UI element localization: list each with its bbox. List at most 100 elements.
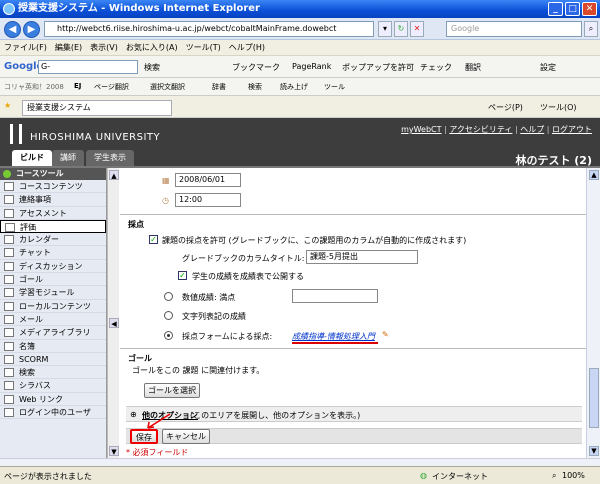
- scroll-down-icon[interactable]: ▼: [589, 446, 599, 456]
- back-icon[interactable]: ◀: [4, 21, 21, 38]
- date-field[interactable]: 2008/06/01: [175, 173, 241, 187]
- sidebar-item-course-content[interactable]: コースコンテンツ: [0, 180, 106, 194]
- expand-icon[interactable]: ⊕: [130, 410, 137, 419]
- menu-help[interactable]: ヘルプ(H): [229, 42, 265, 53]
- sidebar-item-syllabus[interactable]: シラバス: [0, 379, 106, 393]
- main-scrollbar[interactable]: ▲ ▼: [586, 168, 600, 458]
- tools-menu[interactable]: ツール(O): [540, 102, 577, 113]
- goal-icon: [4, 275, 14, 285]
- sidebar-scrollbar[interactable]: ▲ ◀ ▼: [107, 168, 119, 458]
- sidebar-item-online-users[interactable]: ログイン中のユーザ: [0, 406, 106, 420]
- globe-icon: ◍: [420, 471, 427, 480]
- menu-view[interactable]: 表示(V): [90, 42, 118, 53]
- sidebar-item-search[interactable]: 検索: [0, 366, 106, 380]
- assessment-icon: [4, 208, 14, 218]
- select-goal-button[interactable]: ゴールを選択: [144, 383, 200, 398]
- dropdown-icon[interactable]: ▾: [378, 21, 392, 37]
- letter-grade-radio[interactable]: [164, 311, 173, 320]
- sidebar-item-assessment[interactable]: アセスメント: [0, 207, 106, 220]
- scroll-down-icon[interactable]: ▼: [109, 446, 119, 456]
- sidebar-item-web-links[interactable]: Web リンク: [0, 393, 106, 407]
- edit-form-icon[interactable]: ✎: [382, 330, 389, 339]
- clock-icon[interactable]: ◷: [162, 196, 169, 205]
- google-toolbar: Google G- 検索 ブックマーク PageRank ポップアップを許可 チ…: [0, 56, 600, 78]
- tab-student-view[interactable]: 学生表示: [86, 150, 134, 166]
- form-grade-radio[interactable]: [164, 331, 173, 340]
- sidebar-item-scorm[interactable]: SCORM: [0, 353, 106, 367]
- dict-search-button[interactable]: 検索: [248, 82, 262, 92]
- time-field[interactable]: 12:00: [175, 193, 241, 207]
- calendar-icon[interactable]: ▦: [162, 176, 170, 185]
- browser-tab[interactable]: 授業支援システム: [22, 100, 172, 116]
- bookmark-button[interactable]: ブックマーク: [232, 62, 280, 73]
- search-icon: [4, 368, 14, 378]
- zoom-icon[interactable]: ⌕: [552, 471, 556, 481]
- header-links: myWebCT | アクセシビリティ | ヘルプ | ログアウト: [401, 125, 592, 134]
- forward-icon[interactable]: ▶: [23, 21, 40, 38]
- search-icon[interactable]: ⌕: [584, 21, 598, 37]
- refresh-icon[interactable]: ↻: [394, 21, 408, 37]
- dictionary-button[interactable]: 辞書: [212, 82, 226, 92]
- sidebar-item-learning-modules[interactable]: 学習モジュール: [0, 286, 106, 300]
- scroll-up-icon[interactable]: ▲: [589, 170, 599, 180]
- sidebar-item-media-library[interactable]: メディアライブラリ: [0, 326, 106, 340]
- sidebar-item-local-content[interactable]: ローカルコンテンツ: [0, 300, 106, 313]
- favorites-star-icon[interactable]: ★: [4, 101, 11, 110]
- dictionary-toolbar: コリャ英和！2008 EJ ページ翻訳 選択文翻訳 辞書 検索 読み上げ ツール: [0, 78, 600, 96]
- sidebar-item-chat[interactable]: チャット: [0, 246, 106, 260]
- other-options-bar[interactable]: ⊕ 他のオプション (このエリアを展開し、他のオプションを表示。): [126, 406, 582, 422]
- university-logo-icon: [10, 124, 22, 144]
- max-points-input[interactable]: [292, 289, 378, 303]
- google-search-input[interactable]: G-: [38, 60, 138, 74]
- read-aloud-button[interactable]: 読み上げ: [280, 82, 308, 92]
- close-icon[interactable]: ✕: [582, 2, 597, 16]
- mywebct-link[interactable]: myWebCT: [401, 125, 441, 134]
- publish-grades-label: 学生の成績を成績表で公開する: [192, 272, 304, 281]
- numeric-grade-radio[interactable]: [164, 292, 173, 301]
- local-content-icon: [4, 301, 14, 311]
- address-bar[interactable]: http://webct6.riise.hiroshima-u.ac.jp/we…: [44, 21, 374, 37]
- dict-tools-button[interactable]: ツール: [324, 82, 345, 92]
- accessibility-link[interactable]: アクセシビリティ: [449, 125, 512, 134]
- maximize-icon[interactable]: □: [565, 2, 580, 16]
- goal-description: ゴールをこの 課題 に関連付けます。: [132, 366, 265, 375]
- sidebar-item-mail[interactable]: メール: [0, 313, 106, 327]
- menu-tools[interactable]: ツール(T): [186, 42, 221, 53]
- zoom-level[interactable]: 100%: [562, 471, 585, 480]
- scroll-thumb[interactable]: [589, 368, 599, 428]
- tab-build[interactable]: ビルド: [12, 150, 52, 166]
- logout-link[interactable]: ログアウト: [552, 125, 592, 134]
- sidebar-item-goals[interactable]: ゴール: [0, 273, 106, 287]
- frame-bottom: [0, 458, 600, 466]
- scroll-up-icon[interactable]: ▲: [109, 170, 119, 180]
- sidebar-item-calendar[interactable]: カレンダー: [0, 233, 106, 247]
- stop-icon[interactable]: ✕: [410, 21, 424, 37]
- sidebar-item-announcements[interactable]: 連絡事項: [0, 193, 106, 207]
- page-translate-button[interactable]: ページ翻訳: [94, 82, 129, 92]
- sidebar-item-discussion[interactable]: ディスカッション: [0, 260, 106, 274]
- minimize-icon[interactable]: _: [548, 2, 563, 16]
- menu-favorites[interactable]: お気に入り(A): [126, 42, 178, 53]
- menu-edit[interactable]: 編集(E): [55, 42, 82, 53]
- sidebar-item-roster[interactable]: 名簿: [0, 340, 106, 353]
- google-search-button[interactable]: 検索: [144, 62, 160, 73]
- page-menu[interactable]: ページ(P): [488, 102, 523, 113]
- tab-teacher[interactable]: 講師: [52, 150, 84, 166]
- dict-ej-button[interactable]: EJ: [74, 82, 81, 90]
- search-input[interactable]: Google: [446, 21, 582, 37]
- selection-translate-button[interactable]: 選択文翻訳: [150, 82, 185, 92]
- allow-grading-checkbox[interactable]: ✓: [149, 235, 158, 244]
- help-link[interactable]: ヘルプ: [520, 125, 544, 134]
- menu-file[interactable]: ファイル(F): [4, 42, 47, 53]
- status-bar: ページが表示されました ◍ インターネット ⌕ 100%: [0, 466, 600, 484]
- translate-button[interactable]: 翻訳: [465, 62, 481, 73]
- settings-button[interactable]: 設定: [540, 62, 556, 73]
- publish-grades-checkbox[interactable]: ✓: [178, 271, 187, 280]
- popup-allow-button[interactable]: ポップアップを許可: [342, 62, 414, 73]
- collapse-arrow-icon[interactable]: ◀: [109, 318, 119, 328]
- roster-icon: [4, 341, 14, 351]
- grading-form-link[interactable]: 成績指導-情報処理入門: [292, 331, 375, 342]
- sidebar-item-evaluation[interactable]: 評価: [0, 219, 106, 234]
- column-title-input[interactable]: 課題-5月提出: [306, 250, 418, 264]
- spellcheck-button[interactable]: チェック: [420, 62, 452, 73]
